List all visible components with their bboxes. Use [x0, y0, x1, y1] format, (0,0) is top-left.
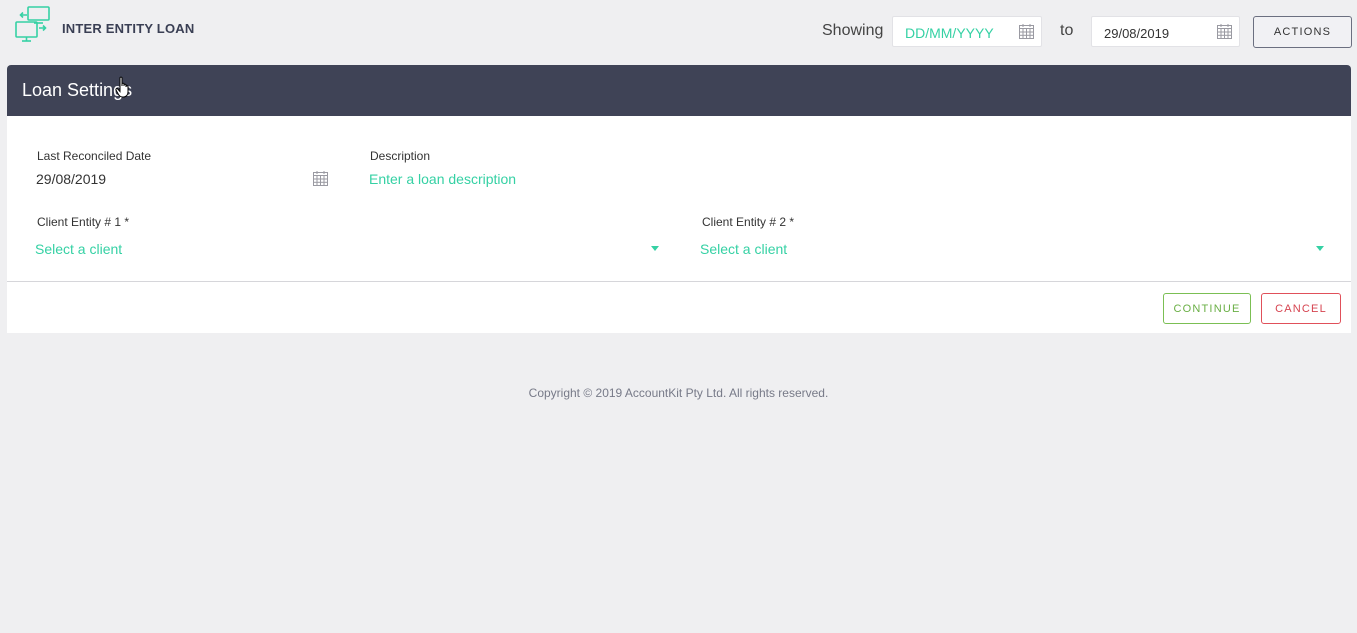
divider [7, 281, 1351, 282]
continue-button[interactable]: CONTINUE [1163, 293, 1251, 324]
client-entity-2-select[interactable]: Select a client [700, 241, 787, 257]
loan-settings-card: Loan Settings Last Reconciled Date 29/08… [7, 65, 1351, 333]
transfer-devices-icon [15, 6, 50, 42]
actions-button[interactable]: ACTIONS [1253, 16, 1352, 48]
calendar-icon[interactable] [312, 170, 329, 187]
to-date-input[interactable]: 29/08/2019 [1091, 16, 1240, 47]
description-label: Description [370, 149, 431, 163]
chevron-down-icon[interactable] [651, 246, 659, 251]
cancel-button[interactable]: CANCEL [1261, 293, 1341, 324]
last-reconciled-input[interactable]: 29/08/2019 [36, 171, 106, 187]
to-label: to [1060, 22, 1074, 39]
calendar-icon[interactable] [1216, 23, 1233, 40]
showing-label: Showing [822, 22, 884, 39]
card-header: Loan Settings [7, 65, 1351, 116]
client-entity-1-select[interactable]: Select a client [35, 241, 122, 257]
from-date-input[interactable]: DD/MM/YYYY [892, 16, 1042, 47]
hand-cursor-icon [115, 76, 129, 98]
last-reconciled-label: Last Reconciled Date [37, 149, 152, 163]
copyright-footer: Copyright © 2019 AccountKit Pty Ltd. All… [528, 386, 829, 400]
top-bar: INTER ENTITY LOAN Showing DD/MM/YYYY to … [0, 0, 1357, 62]
client-entity-2-label: Client Entity # 2 * [702, 215, 795, 229]
to-date-value: 29/08/2019 [1104, 26, 1170, 41]
page-title: INTER ENTITY LOAN [62, 21, 195, 36]
chevron-down-icon[interactable] [1316, 246, 1324, 251]
calendar-icon[interactable] [1018, 23, 1035, 40]
description-input[interactable]: Enter a loan description [369, 171, 516, 187]
from-date-placeholder: DD/MM/YYYY [905, 25, 994, 41]
client-entity-1-label: Client Entity # 1 * [37, 215, 130, 229]
